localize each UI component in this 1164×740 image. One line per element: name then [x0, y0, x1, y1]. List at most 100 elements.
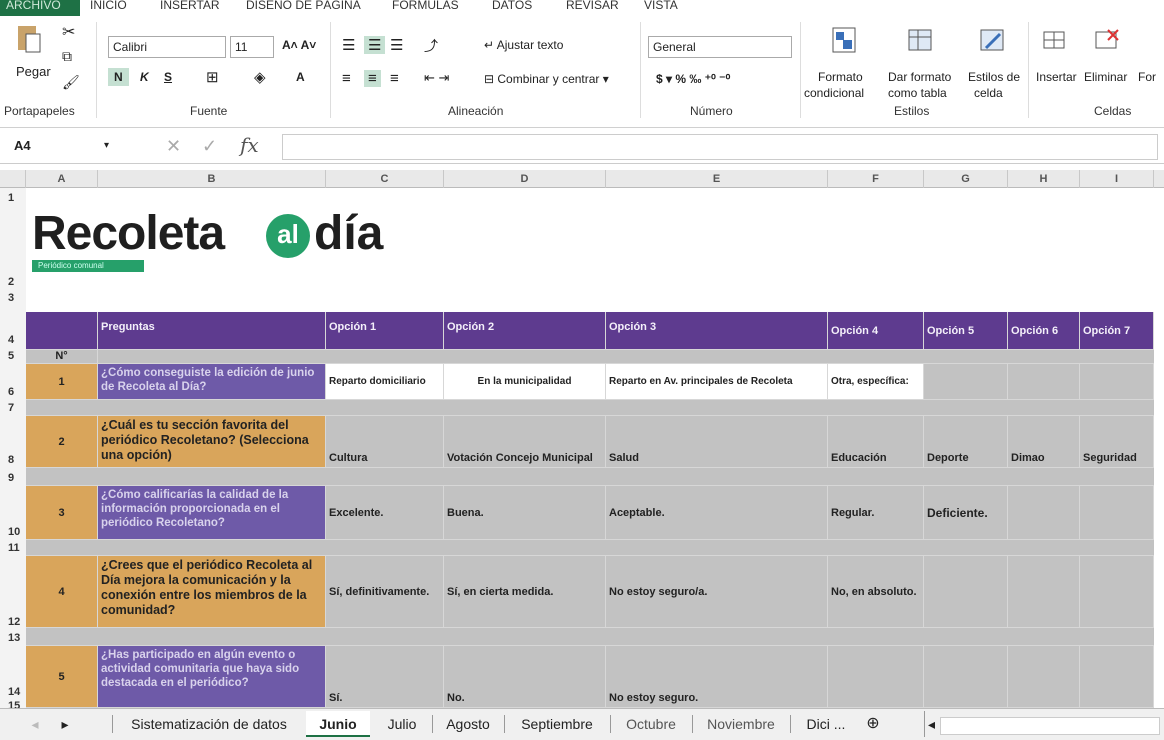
sheet-tab-sistematizacion[interactable]: Sistematización de datos: [118, 711, 300, 737]
column-header-g[interactable]: G: [924, 170, 1008, 188]
row-header[interactable]: 7: [0, 402, 26, 414]
tab-insertar[interactable]: INSERTAR: [160, 0, 220, 16]
row-header[interactable]: 2: [0, 276, 26, 288]
confirm-icon[interactable]: ✓: [202, 136, 217, 157]
header-cell-preguntas[interactable]: Preguntas: [98, 312, 326, 349]
format-as-table-label-2[interactable]: como tabla: [888, 86, 947, 100]
row-header[interactable]: 11: [0, 542, 26, 554]
cancel-icon[interactable]: ✕: [166, 136, 181, 157]
column-header-h[interactable]: H: [1008, 170, 1080, 188]
fill-color-icon[interactable]: ◈: [254, 68, 266, 86]
insert-label[interactable]: Insertar: [1036, 70, 1077, 84]
formula-input[interactable]: [282, 134, 1158, 160]
tab-vista[interactable]: VISTA: [644, 0, 678, 16]
sheet-tab-agosto[interactable]: Agosto: [436, 711, 500, 737]
tab-archivo[interactable]: ARCHIVO: [0, 0, 80, 16]
sheet-tab-junio[interactable]: Junio: [306, 711, 370, 737]
option-cell[interactable]: [1080, 646, 1154, 707]
row-header[interactable]: 6: [0, 386, 26, 398]
option-cell[interactable]: Reparto en Av. principales de Recoleta: [606, 364, 828, 399]
indent-icon[interactable]: ⇤ ⇥: [424, 70, 449, 86]
sheet-tab-octubre[interactable]: Octubre: [614, 711, 688, 737]
align-bottom-icon[interactable]: ☰: [390, 36, 403, 54]
option-cell[interactable]: Sí, en cierta medida.: [444, 556, 606, 627]
cell-styles-icon[interactable]: [978, 26, 1006, 54]
prev-sheet-icon[interactable]: ◂: [28, 711, 42, 737]
cell-n-label[interactable]: N°: [26, 350, 98, 363]
header-cell-opcion-4[interactable]: Opción 4: [828, 312, 924, 349]
option-cell[interactable]: [1080, 486, 1154, 539]
align-right-icon[interactable]: ≡: [390, 70, 399, 87]
option-cell[interactable]: Aceptable.: [606, 486, 828, 539]
option-cell[interactable]: No, en absoluto.: [828, 556, 924, 627]
number-format-icons[interactable]: $ ▾ % ‰ ⁺⁰ ⁻⁰: [656, 72, 730, 86]
header-cell-opcion-3[interactable]: Opción 3: [606, 312, 828, 349]
row-header[interactable]: 8: [0, 454, 26, 466]
select-all-corner[interactable]: [0, 170, 26, 188]
wrap-text-button[interactable]: ↵ Ajustar texto: [484, 38, 563, 52]
number-format-select[interactable]: General: [648, 36, 792, 58]
option-cell[interactable]: Deficiente.: [924, 486, 1008, 539]
option-cell[interactable]: [924, 556, 1008, 627]
sheet-tab-diciembre[interactable]: Dici ...: [796, 711, 856, 737]
format-label[interactable]: For: [1138, 70, 1156, 84]
option-cell[interactable]: Reparto domiciliario: [326, 364, 444, 399]
conditional-format-label-1[interactable]: Formato: [818, 70, 863, 84]
option-cell[interactable]: No estoy seguro/a.: [606, 556, 828, 627]
format-as-table-label-1[interactable]: Dar formato: [888, 70, 951, 84]
row-header[interactable]: 9: [0, 472, 26, 484]
option-cell[interactable]: [1080, 364, 1154, 399]
option-cell[interactable]: Sí, definitivamente.: [326, 556, 444, 627]
horizontal-scrollbar[interactable]: [940, 717, 1160, 735]
grow-font-icon[interactable]: A˄ A˅: [282, 38, 316, 52]
paste-icon[interactable]: [14, 22, 42, 53]
align-left-icon[interactable]: ≡: [342, 70, 351, 87]
align-top-icon[interactable]: ☰: [342, 36, 355, 54]
option-cell[interactable]: [924, 646, 1008, 707]
header-cell-empty[interactable]: [26, 312, 98, 349]
column-header-e[interactable]: E: [606, 170, 828, 188]
option-cell[interactable]: No.: [444, 646, 606, 707]
font-size-select[interactable]: 11: [230, 36, 274, 58]
option-cell[interactable]: Dimao: [1008, 416, 1080, 467]
option-cell[interactable]: Salud: [606, 416, 828, 467]
add-sheet-icon[interactable]: ⊕: [862, 711, 884, 737]
option-cell[interactable]: Regular.: [828, 486, 924, 539]
cell-styles-label-2[interactable]: celda: [974, 86, 1003, 100]
conditional-format-icon[interactable]: [830, 26, 858, 54]
question-text[interactable]: ¿Has participado en algún evento o activ…: [98, 646, 326, 707]
name-box-dropdown-icon[interactable]: ▾: [104, 140, 109, 151]
sheet-tab-noviembre[interactable]: Noviembre: [696, 711, 786, 737]
underline-button[interactable]: S: [164, 70, 172, 84]
cut-icon[interactable]: ✂: [62, 22, 75, 42]
question-number[interactable]: 2: [26, 416, 98, 467]
conditional-format-label-2[interactable]: condicional: [804, 86, 864, 100]
insert-cells-icon[interactable]: [1040, 26, 1068, 54]
option-cell[interactable]: En la municipalidad: [444, 364, 606, 399]
row-header[interactable]: 13: [0, 632, 26, 644]
insert-function-icon[interactable]: fx: [240, 133, 259, 157]
option-cell[interactable]: Deporte: [924, 416, 1008, 467]
row-header[interactable]: 10: [0, 526, 26, 538]
row-header[interactable]: 12: [0, 616, 26, 628]
tab-datos[interactable]: DATOS: [492, 0, 532, 16]
question-text[interactable]: ¿Crees que el periódico Recoleta al Día …: [98, 556, 326, 627]
question-text[interactable]: ¿Cómo calificarías la calidad de la info…: [98, 486, 326, 539]
row-header[interactable]: 1: [0, 192, 26, 204]
header-cell-opcion-1[interactable]: Opción 1: [326, 312, 444, 349]
header-cell-opcion-7[interactable]: Opción 7: [1080, 312, 1154, 349]
tab-formulas[interactable]: FÓRMULAS: [392, 0, 459, 16]
column-header-i[interactable]: I: [1080, 170, 1154, 188]
option-cell[interactable]: No estoy seguro.: [606, 646, 828, 707]
option-cell[interactable]: Sí.: [326, 646, 444, 707]
option-cell[interactable]: [924, 364, 1008, 399]
column-header-d[interactable]: D: [444, 170, 606, 188]
option-cell[interactable]: [1008, 486, 1080, 539]
format-painter-icon[interactable]: 🖌: [62, 74, 80, 91]
option-cell[interactable]: Buena.: [444, 486, 606, 539]
borders-icon[interactable]: ⊞: [206, 68, 219, 86]
copy-icon[interactable]: ⧉: [62, 48, 72, 65]
row-header[interactable]: 3: [0, 292, 26, 304]
column-header-a[interactable]: A: [26, 170, 98, 188]
merge-center-button[interactable]: ⊟ Combinar y centrar ▾: [484, 72, 609, 86]
